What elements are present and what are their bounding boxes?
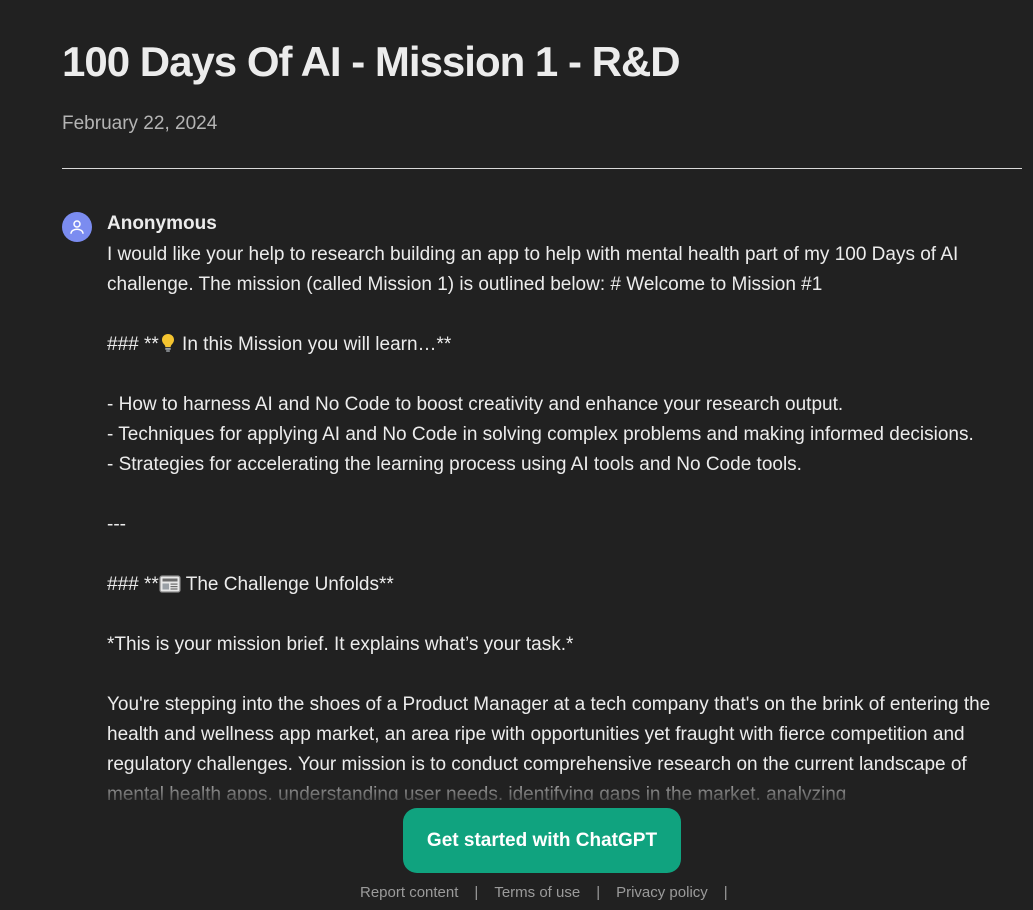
privacy-policy-link[interactable]: Privacy policy	[616, 884, 708, 901]
mission-brief: *This is your mission brief. It explains…	[107, 634, 574, 655]
report-content-link[interactable]: Report content	[360, 884, 458, 901]
header-divider	[62, 168, 1022, 169]
horizontal-rule-text: ---	[107, 514, 126, 535]
learn-bullet-2: - Techniques for applying AI and No Code…	[107, 424, 974, 445]
terms-of-use-link[interactable]: Terms of use	[494, 884, 580, 901]
message-author: Anonymous	[107, 213, 217, 234]
content-fade-overlay	[0, 770, 1033, 810]
challenge-heading: ### ** The Challenge Unfolds**	[107, 574, 394, 595]
learn-bullet-3: - Strategies for accelerating the learni…	[107, 454, 802, 475]
message-body: I would like your help to research build…	[107, 240, 1027, 800]
footer-separator: |	[596, 884, 601, 901]
footer-separator: |	[723, 884, 728, 901]
get-started-button[interactable]: Get started with ChatGPT	[403, 808, 681, 873]
footer-separator: |	[474, 884, 479, 901]
shared-conversation-page: 100 Days Of AI - Mission 1 - R&D Februar…	[0, 0, 1033, 910]
learn-heading: ### ** In this Mission you will learn…**	[107, 334, 452, 355]
footer-links: Report content | Terms of use | Privacy …	[360, 884, 744, 901]
newspaper-icon	[159, 575, 181, 593]
conversation-date: February 22, 2024	[62, 113, 218, 134]
user-avatar	[62, 212, 92, 242]
message-intro: I would like your help to research build…	[107, 244, 964, 295]
page-title: 100 Days Of AI - Mission 1 - R&D	[62, 38, 681, 85]
learn-bullet-1: - How to harness AI and No Code to boost…	[107, 394, 844, 415]
user-icon	[70, 220, 84, 234]
lightbulb-icon	[161, 334, 174, 352]
